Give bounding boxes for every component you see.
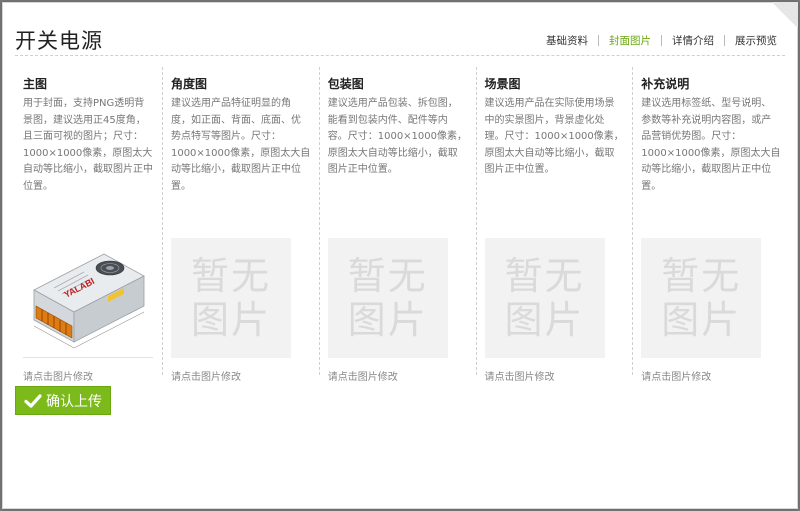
column-package-image: 包装图 建议选用产品包装、拆包图，能看到包装内件、配件等内容。尺寸：1000×1… (318, 67, 476, 383)
column-angle-image: 角度图 建议选用产品特征明显的角度，如正面、背面、底面、优势点特写等图片。尺寸：… (161, 67, 319, 383)
no-image-placeholder: 图片 (661, 298, 742, 342)
tab-bar: 基础资料 封面图片 详情介绍 展示预览 (536, 33, 787, 48)
column-title: 主图 (23, 77, 48, 91)
header-divider (15, 55, 785, 56)
page-title: 开关电源 (15, 29, 103, 53)
tab-preview[interactable]: 展示预览 (725, 33, 787, 48)
no-image-placeholder: 图片 (504, 298, 585, 342)
no-image-placeholder: 暂无 (504, 254, 585, 298)
tab-details[interactable]: 详情介绍 (662, 33, 724, 48)
no-image-placeholder: 图片 (347, 298, 428, 342)
column-description: 用于封面，支持PNG透明背景图，建议选用正45度角，且三面可视的图片；尺寸：10… (23, 98, 153, 192)
column-title: 角度图 (170, 77, 207, 91)
check-icon (24, 393, 42, 408)
column-title: 包装图 (327, 77, 364, 91)
tab-cover-images[interactable]: 封面图片 (599, 33, 661, 48)
column-supplementary-image: 补充说明 建议选用标签纸、型号说明、参数等补充说明内容图，或产品营销优势图。尺寸… (632, 67, 789, 383)
column-scene-image: 场景图 建议选用产品在实际使用场景中的实景图片，背景虚化处理。尺寸：1000×1… (475, 67, 633, 383)
column-description: 建议选用产品包装、拆包图，能看到包装内件、配件等内容。尺寸：1000×1000像… (327, 98, 468, 175)
supplementary-image-slot[interactable]: 暂无 图片 (641, 238, 762, 358)
image-edit-hint[interactable]: 请点击图片修改 (171, 368, 311, 383)
upload-dialog: 开关电源 基础资料 封面图片 详情介绍 展示预览 主图 用于封面，支持PNG透明… (2, 2, 798, 509)
dialog-header: 开关电源 基础资料 封面图片 详情介绍 展示预览 (3, 3, 797, 57)
image-edit-hint[interactable]: 请点击图片修改 (485, 368, 625, 383)
no-image-placeholder: 暂无 (347, 254, 428, 298)
column-description: 建议选用产品在实际使用场景中的实景图片，背景虚化处理。尺寸：1000×1000像… (484, 98, 624, 175)
no-image-placeholder: 暂无 (661, 254, 742, 298)
column-title: 补充说明 (641, 77, 690, 91)
column-description: 建议选用产品特征明显的角度，如正面、背面、底面、优势点特写等图片。尺寸：1000… (170, 98, 311, 192)
column-description: 建议选用标签纸、型号说明、参数等补充说明内容图，或产品营销优势图。尺寸：1000… (641, 98, 781, 192)
no-image-placeholder: 暂无 (190, 254, 271, 298)
confirm-upload-label: 确认上传 (46, 393, 102, 410)
power-supply-product-image: YALABI (33, 253, 145, 348)
tab-basic-info[interactable]: 基础资料 (536, 33, 598, 48)
package-image-slot[interactable]: 暂无 图片 (327, 238, 448, 358)
confirm-upload-button[interactable]: 确认上传 (15, 386, 111, 415)
image-edit-hint[interactable]: 请点击图片修改 (23, 368, 154, 383)
column-main-image: 主图 用于封面，支持PNG透明背景图，建议选用正45度角，且三面可视的图片；尺寸… (15, 67, 162, 383)
image-columns: 主图 用于封面，支持PNG透明背景图，建议选用正45度角，且三面可视的图片；尺寸… (15, 67, 789, 383)
column-title: 场景图 (484, 77, 521, 91)
no-image-placeholder: 图片 (190, 298, 271, 342)
image-edit-hint[interactable]: 请点击图片修改 (328, 368, 468, 383)
main-image-slot[interactable]: YALABI (23, 238, 153, 358)
angle-image-slot[interactable]: 暂无 图片 (170, 238, 291, 358)
image-edit-hint[interactable]: 请点击图片修改 (641, 368, 781, 383)
scene-image-slot[interactable]: 暂无 图片 (484, 238, 605, 358)
